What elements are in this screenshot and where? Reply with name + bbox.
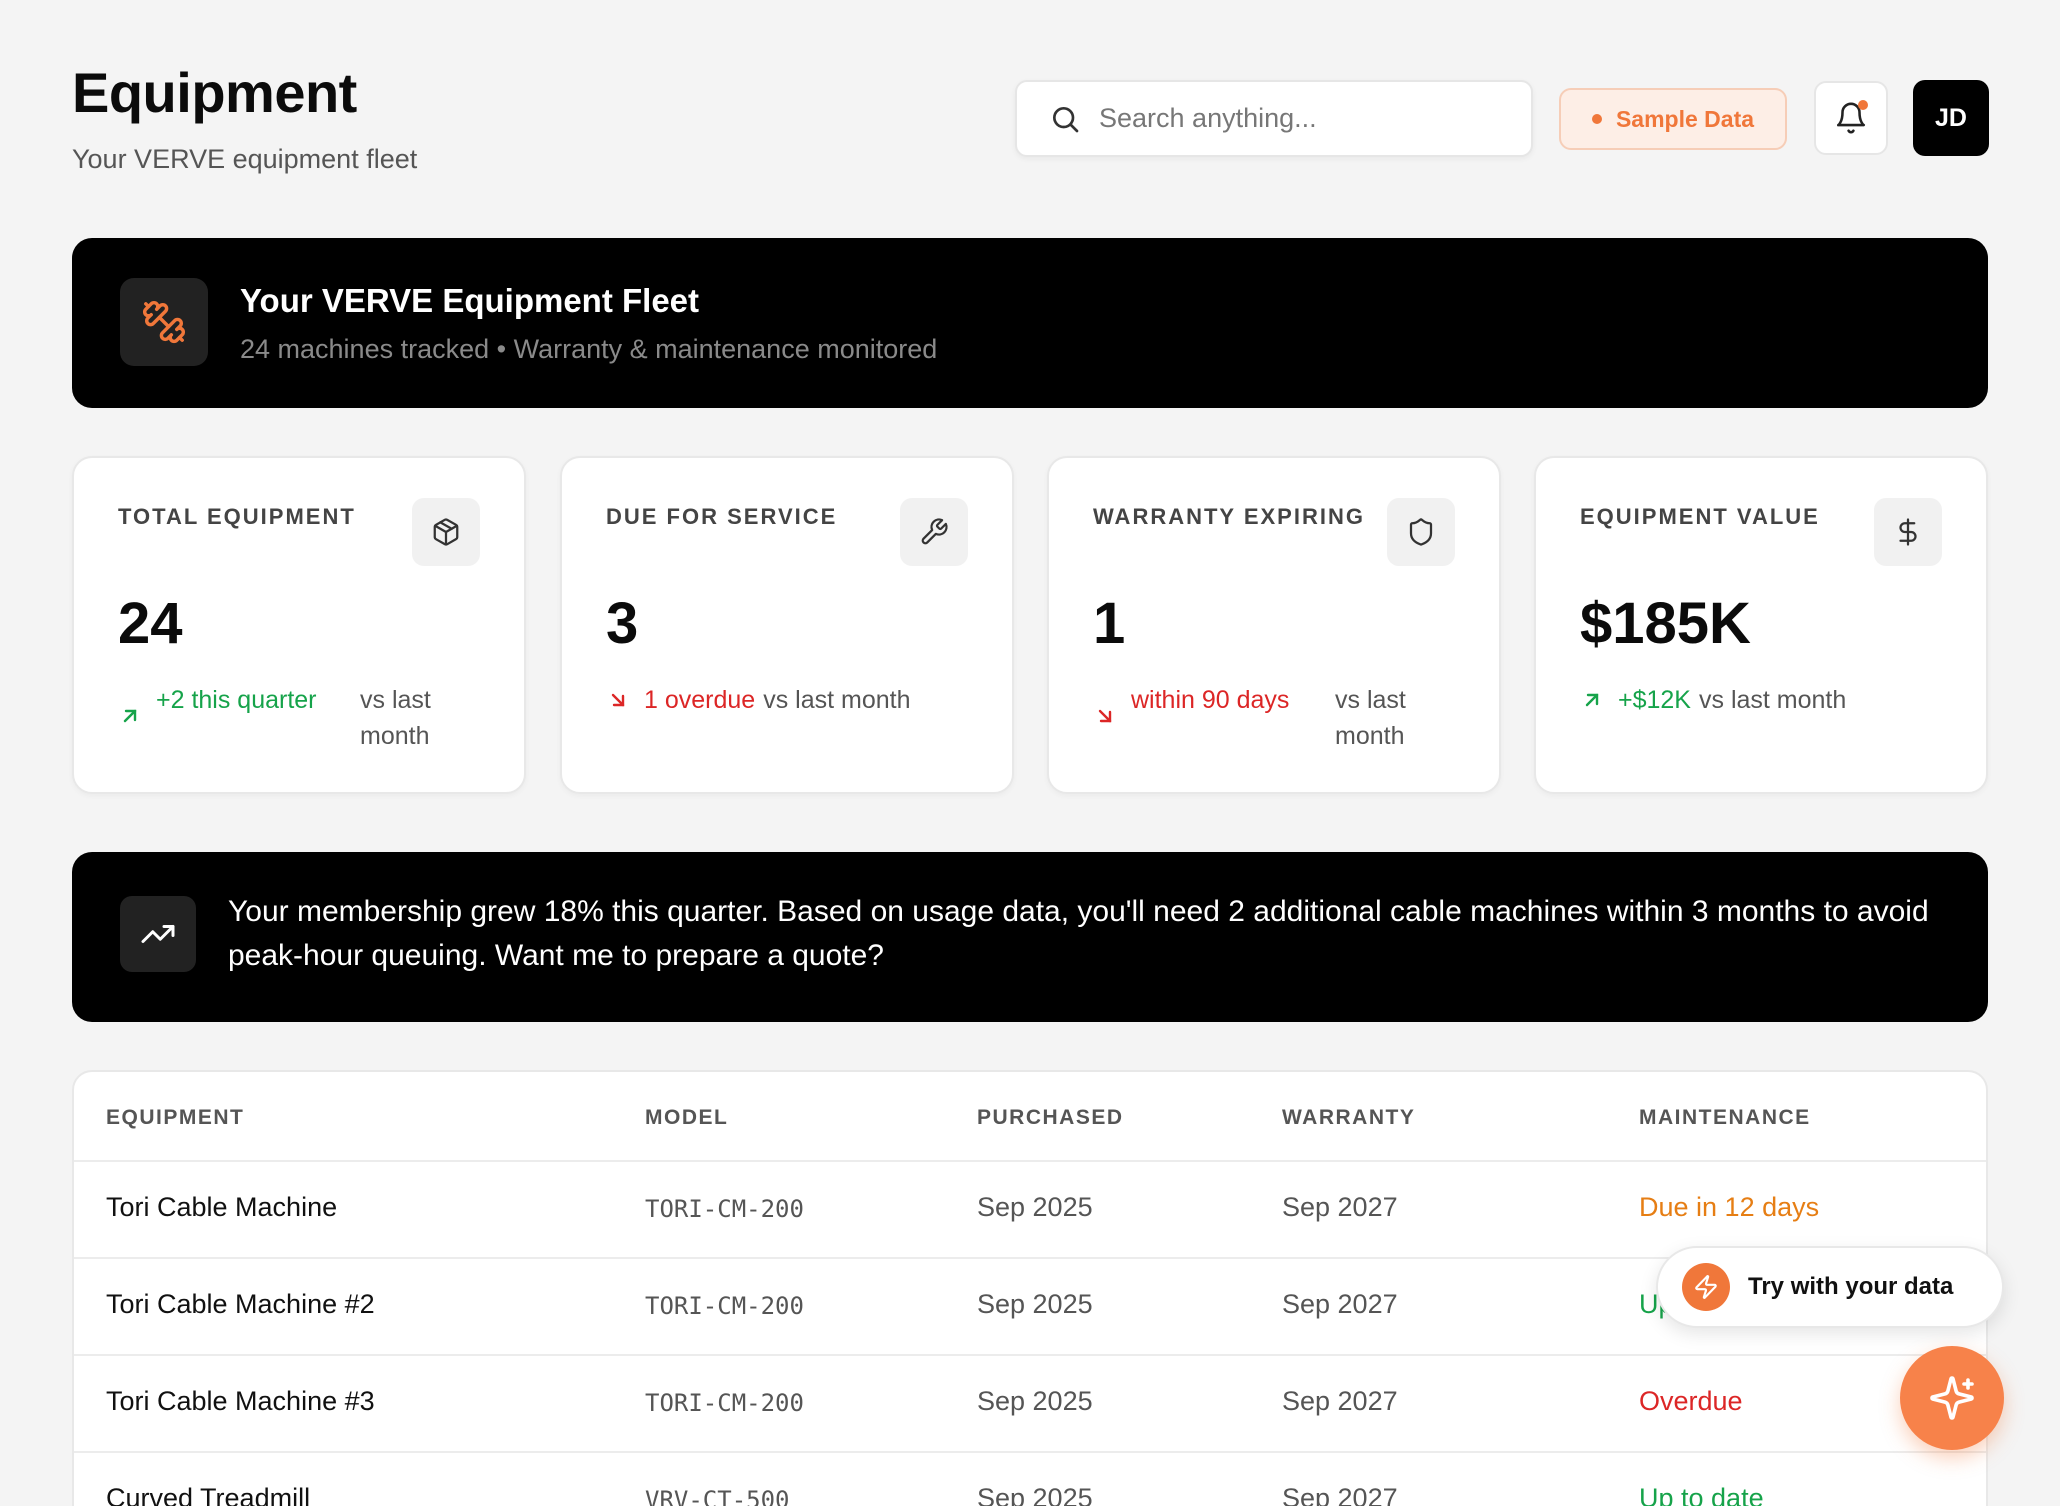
maintenance-status: Overdue <box>1639 1386 1743 1416</box>
purchased-date: Sep 2025 <box>977 1289 1093 1319</box>
stat-card-warranty-expiring: WARRANTY EXPIRING 1 within 90 days vs la… <box>1047 456 1501 794</box>
stat-suffix: vs last month <box>763 686 911 714</box>
trending-up-icon <box>141 925 175 943</box>
stat-card-total-equipment: TOTAL EQUIPMENT 24 +2 this quarter vs la… <box>72 456 526 794</box>
fleet-icon-box <box>120 278 208 366</box>
search-input[interactable] <box>1099 103 1519 134</box>
arrow-up-right-icon <box>1585 693 1599 707</box>
avatar[interactable]: JD <box>1913 80 1989 156</box>
wrench-icon <box>921 518 948 545</box>
search-bar[interactable] <box>1015 80 1533 157</box>
lightning-icon <box>1695 1275 1717 1299</box>
stat-trend: within 90 days vs last month <box>1093 682 1469 754</box>
stat-value: 24 <box>118 591 183 656</box>
stat-delta: +2 this quarter <box>156 686 317 714</box>
column-header-warranty[interactable]: WARRANTY <box>1282 1106 1415 1130</box>
stat-label: WARRANTY EXPIRING <box>1093 504 1365 529</box>
sample-data-label: Sample Data <box>1615 105 1755 132</box>
notification-dot <box>1858 100 1868 110</box>
sample-data-badge[interactable]: Sample Data <box>1559 88 1787 150</box>
stat-trend: +2 this quarter vs last month <box>118 682 494 754</box>
stat-label: EQUIPMENT VALUE <box>1580 504 1820 529</box>
stat-delta: within 90 days <box>1131 686 1290 714</box>
ai-insight-banner[interactable]: Your membership grew 18% this quarter. B… <box>72 852 1988 1022</box>
stat-icon-box <box>412 498 480 566</box>
ai-assistant-button[interactable] <box>1900 1346 2004 1450</box>
equipment-page: Equipment Your VERVE equipment fleet Sam… <box>0 0 2060 1506</box>
sparkles-icon <box>1930 1376 1974 1420</box>
stat-delta: 1 overdue <box>644 686 756 714</box>
insight-icon-box <box>120 896 196 972</box>
purchased-date: Sep 2025 <box>977 1386 1093 1416</box>
fleet-banner-subtitle: 24 machines tracked • Warranty & mainten… <box>240 334 938 364</box>
column-header-model[interactable]: MODEL <box>645 1106 728 1130</box>
table-row[interactable]: Curved Treadmill VRV-CT-500 Sep 2025 Sep… <box>74 1453 1986 1506</box>
equipment-name: Tori Cable Machine <box>106 1192 338 1222</box>
arrow-down-right-icon <box>611 693 625 707</box>
equipment-model: TORI-CM-200 <box>645 1195 804 1223</box>
purchased-date: Sep 2025 <box>977 1483 1093 1506</box>
warranty-date: Sep 2027 <box>1282 1289 1398 1319</box>
shield-icon <box>1409 518 1433 546</box>
maintenance-status: Up to date <box>1639 1483 1764 1506</box>
try-with-your-data-button[interactable]: Try with your data <box>1656 1246 2004 1328</box>
fleet-banner: Your VERVE Equipment Fleet 24 machines t… <box>72 238 1988 408</box>
equipment-name: Curved Treadmill <box>106 1483 311 1506</box>
equipment-name: Tori Cable Machine #3 <box>106 1386 375 1416</box>
stat-value: 1 <box>1093 591 1126 656</box>
arrow-down-right-icon <box>1098 709 1112 723</box>
stat-suffix: vs last month <box>1699 686 1847 714</box>
warranty-date: Sep 2027 <box>1282 1386 1398 1416</box>
dollar-icon <box>1899 518 1917 546</box>
stat-suffix: vs last month <box>1335 686 1406 750</box>
maintenance-status: Due in 12 days <box>1639 1192 1820 1222</box>
insight-text: Your membership grew 18% this quarter. B… <box>228 895 1929 972</box>
stat-trend: +$12K vs last month <box>1580 682 1956 718</box>
bolt-icon-badge <box>1682 1263 1730 1311</box>
equipment-model: TORI-CM-200 <box>645 1389 804 1417</box>
equipment-name: Tori Cable Machine #2 <box>106 1289 375 1319</box>
table-row[interactable]: Tori Cable Machine TORI-CM-200 Sep 2025 … <box>74 1162 1986 1259</box>
stat-icon-box <box>900 498 968 566</box>
column-header-maintenance[interactable]: MAINTENANCE <box>1639 1106 1811 1130</box>
warranty-date: Sep 2027 <box>1282 1483 1398 1506</box>
arrow-up-right-icon <box>123 709 137 723</box>
stat-label: DUE FOR SERVICE <box>606 504 838 529</box>
purchased-date: Sep 2025 <box>977 1192 1093 1222</box>
table-header: EQUIPMENT MODEL PURCHASED WARRANTY MAINT… <box>74 1072 1986 1162</box>
stat-icon-box <box>1874 498 1942 566</box>
notifications-button[interactable] <box>1814 81 1888 155</box>
table-row[interactable]: Tori Cable Machine #3 TORI-CM-200 Sep 20… <box>74 1356 1986 1453</box>
fleet-banner-title: Your VERVE Equipment Fleet <box>240 282 700 319</box>
search-icon <box>1053 106 1079 132</box>
stat-delta: +$12K <box>1618 686 1691 714</box>
column-header-equipment[interactable]: EQUIPMENT <box>106 1106 244 1130</box>
warranty-date: Sep 2027 <box>1282 1192 1398 1222</box>
stat-label: TOTAL EQUIPMENT <box>118 504 356 529</box>
stat-trend: 1 overdue vs last month <box>606 682 982 718</box>
page-subtitle: Your VERVE equipment fleet <box>72 144 418 174</box>
page-title: Equipment <box>72 61 357 124</box>
stat-value: 3 <box>606 591 639 656</box>
stat-value: $185K <box>1580 591 1751 656</box>
column-header-purchased[interactable]: PURCHASED <box>977 1106 1124 1130</box>
box-icon <box>433 518 459 546</box>
stat-icon-box <box>1387 498 1455 566</box>
equipment-model: TORI-CM-200 <box>645 1292 804 1320</box>
stat-suffix: vs last month <box>360 686 431 750</box>
try-with-your-data-label: Try with your data <box>1748 1273 1954 1300</box>
equipment-model: VRV-CT-500 <box>645 1486 790 1506</box>
dumbbell-icon <box>142 300 186 344</box>
status-dot <box>1591 114 1602 124</box>
stat-card-due-for-service: DUE FOR SERVICE 3 1 overdue vs last mont… <box>560 456 1014 794</box>
stat-card-equipment-value: EQUIPMENT VALUE $185K +$12K vs last mont… <box>1534 456 1988 794</box>
